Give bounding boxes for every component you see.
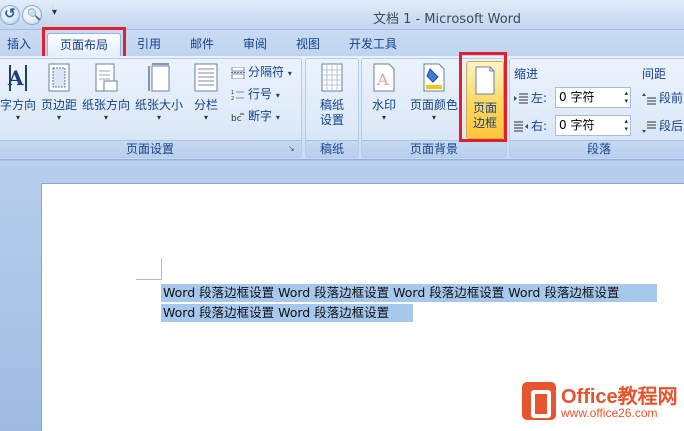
- hyphenation-label: 断字: [248, 109, 273, 123]
- selected-text-line-2[interactable]: Word 段落边框设置 Word 段落边框设置: [161, 304, 413, 322]
- indent-right-text: 右:: [531, 119, 548, 133]
- office-logo-icon: [522, 382, 556, 420]
- indent-left-value: 0 字符: [559, 90, 595, 104]
- indent-right-label: 右:: [514, 117, 547, 135]
- tab-view[interactable]: 视图: [286, 33, 330, 56]
- spacing-before-icon: [642, 92, 656, 104]
- watermark-button[interactable]: A 水印 ▾: [366, 63, 402, 139]
- window-title: 文档 1 - Microsoft Word: [372, 12, 522, 27]
- title-bar: ↺ 🔍 ▾ 文档 1 - Microsoft Word: [0, 0, 684, 30]
- breaks-button[interactable]: 分隔符 ▾: [231, 63, 292, 81]
- spinner-arrows-icon[interactable]: ▴ ▾: [624, 117, 628, 133]
- spacing-after-icon: [642, 120, 656, 133]
- chevron-down-icon: ▾: [103, 113, 108, 122]
- orientation-icon: [94, 63, 118, 93]
- site-watermark: Office教程网 www.office26.com: [518, 378, 684, 428]
- selected-text-line-1[interactable]: Word 段落边框设置 Word 段落边框设置 Word 段落边框设置 Word…: [161, 284, 657, 302]
- draft-paper-settings-button[interactable]: 稿纸 设置: [308, 63, 356, 139]
- chevron-down-icon: ▾: [56, 113, 61, 122]
- group-label-draft-paper: 稿纸: [306, 140, 358, 157]
- margin-corner-mark: [161, 258, 162, 280]
- indent-left-icon: [514, 92, 528, 104]
- indent-right-icon: [514, 120, 528, 132]
- page-color-button[interactable]: 页面颜色 ▾: [406, 63, 462, 139]
- group-label-page-background: 页面背景: [362, 140, 506, 157]
- text-direction-button[interactable]: A 字方向 ▾: [0, 63, 37, 139]
- breaks-icon: [231, 66, 245, 79]
- margin-corner-mark: [136, 279, 162, 280]
- chevron-down-icon: ▾: [381, 113, 386, 122]
- hyphenation-icon: bc: [231, 110, 245, 124]
- chevron-down-icon: ▾: [287, 69, 292, 78]
- group-draft-paper: 稿纸 设置 稿纸: [305, 58, 359, 158]
- group-label-paragraph: 段落: [510, 140, 684, 157]
- spinner-arrows-icon[interactable]: ▴ ▾: [624, 89, 628, 105]
- spacing-before-text: 段前: [659, 91, 684, 105]
- size-label: 纸张大小: [134, 98, 183, 112]
- chevron-down-icon: ▾: [275, 113, 280, 122]
- size-button[interactable]: 纸张大小 ▾: [134, 63, 184, 139]
- text-direction-icon: A: [6, 63, 30, 93]
- indent-left-label: 左:: [514, 89, 547, 107]
- watermark-icon: A: [372, 63, 396, 93]
- watermark-label: 水印: [371, 98, 396, 112]
- page-color-label: 页面颜色: [409, 98, 458, 112]
- tab-mailings[interactable]: 邮件: [180, 33, 224, 56]
- margins-icon: [47, 63, 71, 93]
- chevron-down-icon: ▾: [15, 113, 20, 122]
- tab-references[interactable]: 引用: [127, 33, 171, 56]
- orientation-label: 纸张方向: [81, 98, 130, 112]
- chevron-down-icon: ▾: [275, 91, 280, 100]
- tab-insert[interactable]: 插入: [0, 33, 38, 56]
- highlight-page-borders: [459, 52, 507, 142]
- indent-title: 缩进: [514, 67, 539, 81]
- orientation-button[interactable]: 纸张方向 ▾: [81, 63, 131, 139]
- svg-text:A: A: [376, 70, 389, 89]
- ribbon: A 字方向 ▾ 页边距 ▾ 纸张方向 ▾ 纸张大小 ▾ 分栏 ▾ 分隔符 ▾ 1…: [0, 52, 684, 160]
- indent-right-spinner[interactable]: 0 字符 ▴ ▾: [555, 115, 631, 136]
- paper-size-icon: [147, 63, 171, 93]
- tab-review[interactable]: 审阅: [233, 33, 277, 56]
- group-paragraph: 缩进 左: 0 字符 ▴ ▾ 右: 0 字符 ▴ ▾ 间距 段前 段后 段落: [509, 58, 684, 158]
- indent-left-text: 左:: [531, 91, 548, 105]
- margins-label: 页边距: [40, 98, 77, 112]
- draft-paper-icon: [320, 63, 344, 93]
- chevron-down-icon: ▾: [203, 113, 208, 122]
- draft-paper-label-line2: 设置: [319, 113, 344, 127]
- highlight-tab-page-layout: [42, 27, 126, 59]
- line-numbers-button[interactable]: 1 2 行号 ▾: [231, 85, 280, 103]
- chevron-down-icon: ▾: [156, 113, 161, 122]
- breaks-label: 分隔符: [248, 65, 285, 79]
- group-label-page-setup: 页面设置: [0, 140, 301, 157]
- chevron-down-icon: ▾: [431, 113, 436, 122]
- columns-label: 分栏: [193, 98, 218, 112]
- watermark-title: Office教程网: [561, 386, 678, 408]
- spacing-title: 间距: [642, 67, 667, 81]
- watermark-url: www.office26.com: [561, 406, 658, 420]
- spacing-before-label: 段前: [642, 89, 683, 107]
- spacing-after-text: 段后: [659, 119, 684, 133]
- columns-button[interactable]: 分栏 ▾: [189, 63, 223, 139]
- margins-button[interactable]: 页边距 ▾: [39, 63, 79, 139]
- indent-right-value: 0 字符: [559, 118, 595, 132]
- dialog-launcher-icon[interactable]: ↘: [288, 144, 298, 154]
- line-numbers-icon: 12: [231, 88, 245, 102]
- svg-text:bc: bc: [231, 114, 242, 123]
- spacing-after-label: 段后: [642, 117, 683, 135]
- svg-text:2: 2: [231, 96, 234, 101]
- tab-developer[interactable]: 开发工具: [340, 33, 406, 56]
- text-direction-label: 字方向: [0, 98, 36, 112]
- page-color-icon: [422, 63, 446, 93]
- line-numbers-label: 行号: [248, 87, 273, 101]
- hyphenation-button[interactable]: bc 断字 ▾: [231, 107, 280, 125]
- indent-left-spinner[interactable]: 0 字符 ▴ ▾: [555, 87, 631, 108]
- draft-paper-label-line1: 稿纸: [319, 98, 344, 112]
- group-page-setup: A 字方向 ▾ 页边距 ▾ 纸张方向 ▾ 纸张大小 ▾ 分栏 ▾ 分隔符 ▾ 1…: [0, 58, 302, 158]
- columns-icon: [194, 63, 218, 93]
